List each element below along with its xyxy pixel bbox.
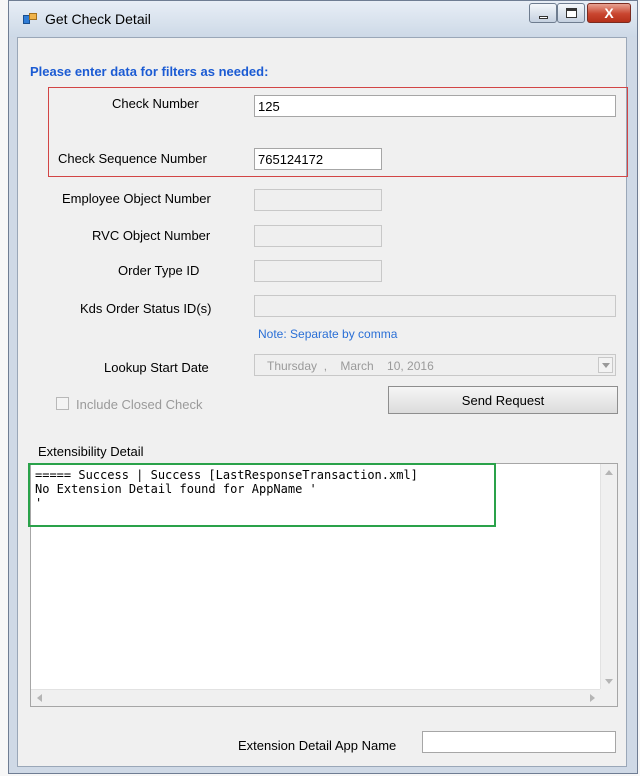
horizontal-scrollbar[interactable] [31, 689, 601, 706]
close-button[interactable]: X [587, 3, 631, 23]
minimize-button[interactable] [529, 3, 557, 23]
maximize-button[interactable] [557, 3, 585, 23]
rvc-object-input [254, 225, 382, 247]
scroll-left-icon[interactable] [37, 694, 42, 702]
kds-note: Note: Separate by comma [258, 327, 398, 341]
check-sequence-input[interactable]: 765124172 [254, 148, 382, 170]
kds-status-input [254, 295, 616, 317]
window-title: Get Check Detail [45, 11, 151, 27]
filters-heading: Please enter data for filters as needed: [30, 64, 269, 79]
check-number-input[interactable]: 125 [254, 95, 616, 117]
employee-object-label: Employee Object Number [62, 191, 211, 206]
lookup-start-date-picker: Thursday , March 10, 2016 [254, 354, 616, 376]
close-icon: X [604, 5, 614, 21]
lookup-start-date-value: Thursday , March 10, 2016 [267, 359, 434, 373]
app-form-icon [23, 13, 37, 25]
app-name-label: Extension Detail App Name [238, 738, 397, 753]
check-number-label: Check Number [112, 96, 199, 111]
send-request-button[interactable]: Send Request [388, 386, 618, 414]
rvc-object-label: RVC Object Number [92, 228, 211, 243]
title-bar[interactable]: Get Check Detail X [9, 1, 637, 37]
result-highlight [28, 463, 496, 527]
order-type-input [254, 260, 382, 282]
vertical-scrollbar[interactable] [600, 464, 617, 690]
include-closed-checkbox [56, 397, 69, 410]
extensibility-detail-label: Extensibility Detail [38, 444, 144, 459]
app-name-input[interactable] [422, 731, 616, 753]
scroll-corner [600, 689, 617, 706]
check-sequence-label: Check Sequence Number [58, 151, 207, 166]
scroll-down-icon[interactable] [605, 679, 613, 684]
kds-status-label: Kds Order Status ID(s) [80, 301, 212, 316]
scroll-right-icon[interactable] [590, 694, 595, 702]
scroll-up-icon[interactable] [605, 470, 613, 475]
include-closed-label: Include Closed Check [76, 397, 203, 412]
chevron-down-icon [598, 357, 613, 373]
employee-object-input [254, 189, 382, 211]
order-type-label: Order Type ID [118, 263, 200, 278]
lookup-start-label: Lookup Start Date [104, 360, 209, 375]
